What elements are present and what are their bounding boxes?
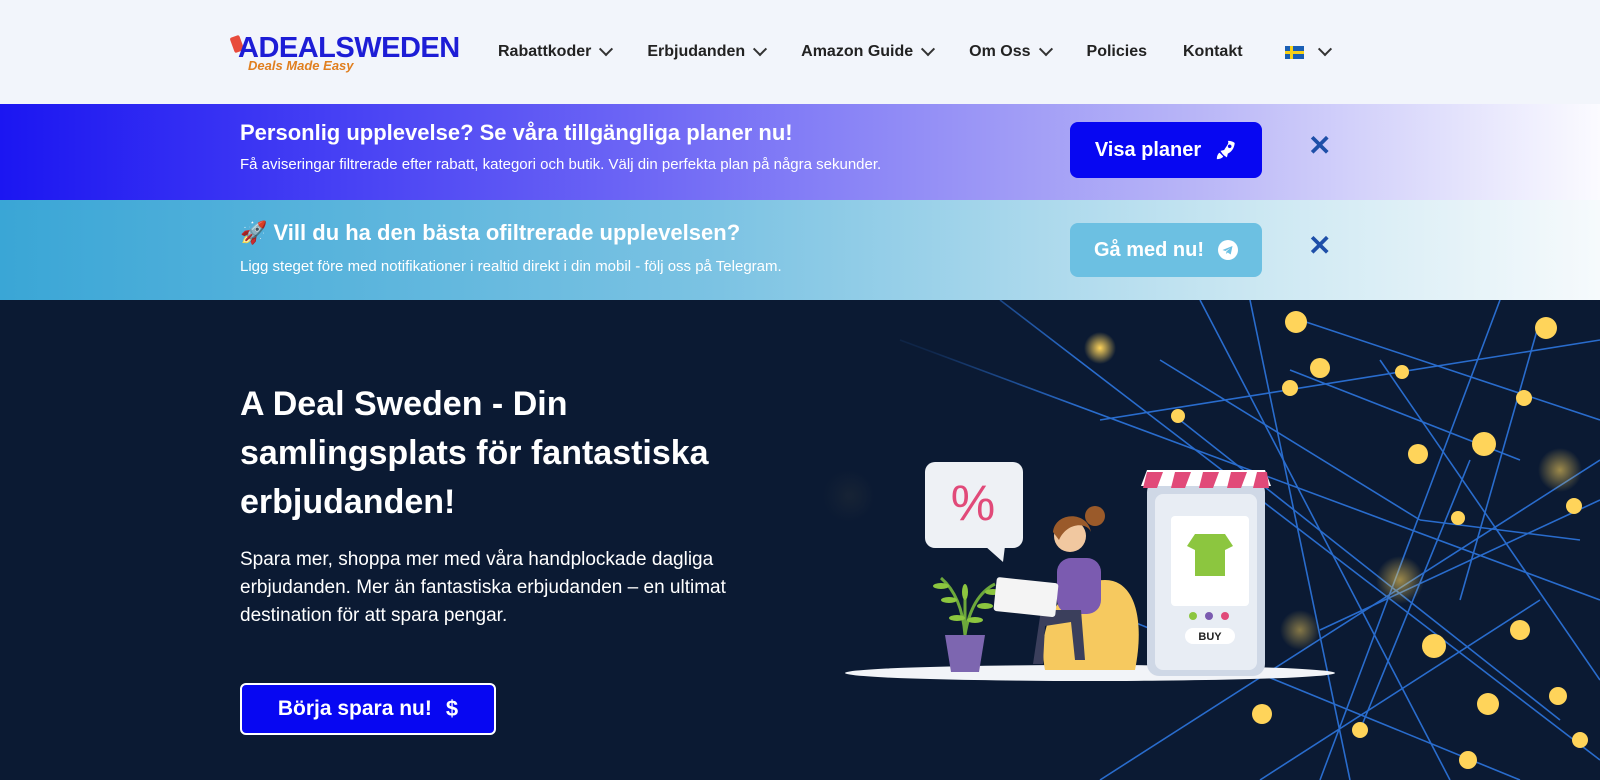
rocket-icon: [1217, 140, 1235, 160]
view-plans-button[interactable]: Visa planer: [1070, 122, 1262, 178]
chevron-down-icon: [599, 42, 614, 57]
sweden-flag-icon: [1284, 45, 1304, 59]
hero-title: A Deal Sweden - Din samlingsplats för fa…: [240, 385, 709, 521]
menu-item-label: Rabattkoder: [498, 43, 592, 60]
main-menu: Rabattkoder Erbjudanden Amazon Guide Om …: [498, 0, 1366, 104]
menu-item-label: Erbjudanden: [647, 43, 746, 60]
menu-item-label: Om Oss: [969, 43, 1031, 60]
menu-item-erbjudanden[interactable]: Erbjudanden: [647, 42, 768, 61]
rocket-emoji-icon: 🚀: [240, 220, 268, 245]
plans-banner-subtitle: Få aviseringar filtrerade efter rabatt, …: [240, 156, 882, 173]
logo-tagline: Deals Made Easy: [248, 58, 354, 73]
language-selector[interactable]: [1284, 42, 1332, 59]
join-telegram-label: Gå med nu!: [1093, 238, 1204, 261]
site-logo[interactable]: ADEALSWEDEN Deals Made Easy: [229, 32, 460, 76]
plant-icon: [933, 576, 1001, 672]
mobile-shop-icon: BUY: [1141, 470, 1271, 676]
start-saving-label: Börja spara nu!: [277, 697, 432, 720]
plans-banner: Personlig upplevelse? Se våra tillgängli…: [0, 104, 1600, 200]
shopping-illustration: % BUY: [845, 462, 1335, 681]
view-plans-label: Visa planer: [1094, 138, 1202, 161]
join-telegram-button[interactable]: Gå med nu!: [1070, 223, 1262, 277]
telegram-icon: [1218, 240, 1238, 260]
close-telegram-banner-button[interactable]: ✕: [1308, 232, 1331, 260]
telegram-banner-subtitle: Ligg steget före med notifikationer i re…: [240, 258, 782, 275]
hero-description: Spara mer, shoppa mer med våra handplock…: [240, 549, 726, 626]
chevron-down-icon: [1317, 42, 1332, 57]
hero-section: A Deal Sweden - Din samlingsplats för fa…: [0, 300, 1600, 780]
telegram-banner-title: 🚀 Vill du ha den bästa ofiltrerade upple…: [240, 220, 740, 246]
menu-item-label: Amazon Guide: [801, 43, 914, 60]
top-navigation: ADEALSWEDEN Deals Made Easy Rabattkoder …: [0, 0, 1600, 104]
menu-item-label: Kontakt: [1183, 43, 1243, 60]
menu-item-policies[interactable]: Policies: [1087, 43, 1147, 61]
menu-item-om-oss[interactable]: Om Oss: [969, 42, 1053, 61]
chevron-down-icon: [921, 42, 936, 57]
close-plans-banner-button[interactable]: ✕: [1308, 132, 1331, 160]
plans-banner-title: Personlig upplevelse? Se våra tillgängli…: [240, 120, 793, 145]
menu-item-amazon-guide[interactable]: Amazon Guide: [801, 42, 936, 61]
menu-item-kontakt[interactable]: Kontakt: [1183, 43, 1243, 61]
chevron-down-icon: [1038, 42, 1053, 57]
start-saving-button[interactable]: Börja spara nu! $: [240, 683, 496, 735]
discount-bubble-icon: %: [925, 462, 1023, 562]
buy-label: BUY: [1198, 631, 1222, 643]
dollar-icon: $: [445, 696, 459, 721]
percent-sign: %: [951, 475, 995, 531]
chevron-down-icon: [753, 42, 768, 57]
telegram-banner: 🚀 Vill du ha den bästa ofiltrerade upple…: [0, 200, 1600, 300]
telegram-banner-title-text: Vill du ha den bästa ofiltrerade uppleve…: [273, 220, 741, 245]
menu-item-rabattkoder[interactable]: Rabattkoder: [498, 42, 614, 61]
menu-item-label: Policies: [1086, 43, 1147, 60]
